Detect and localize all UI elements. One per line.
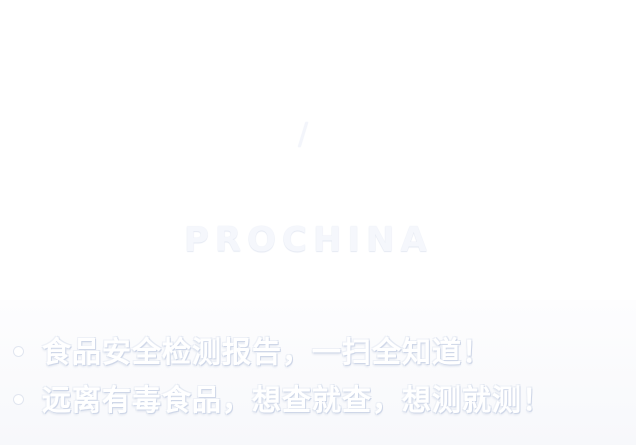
list-item: 远离有毒食品，想查就查，想测就测！ xyxy=(12,376,552,424)
splash-screen: / PROCHINA 食品安全检测报告，一扫全知道！ 远离有毒食品，想查就查，想… xyxy=(0,0,636,445)
accent-mark: / xyxy=(298,117,309,152)
brand-logo: PROCHINA xyxy=(184,220,433,260)
list-item: 食品安全检测报告，一扫全知道！ xyxy=(12,328,552,376)
bullet-icon xyxy=(14,395,23,404)
feature-list: 食品安全检测报告，一扫全知道！ 远离有毒食品，想查就查，想测就测！ xyxy=(12,328,552,424)
bullet-icon xyxy=(14,347,23,356)
feature-text: 远离有毒食品，想查就查，想测就测！ xyxy=(42,383,553,417)
feature-text: 食品安全检测报告，一扫全知道！ xyxy=(42,335,493,369)
